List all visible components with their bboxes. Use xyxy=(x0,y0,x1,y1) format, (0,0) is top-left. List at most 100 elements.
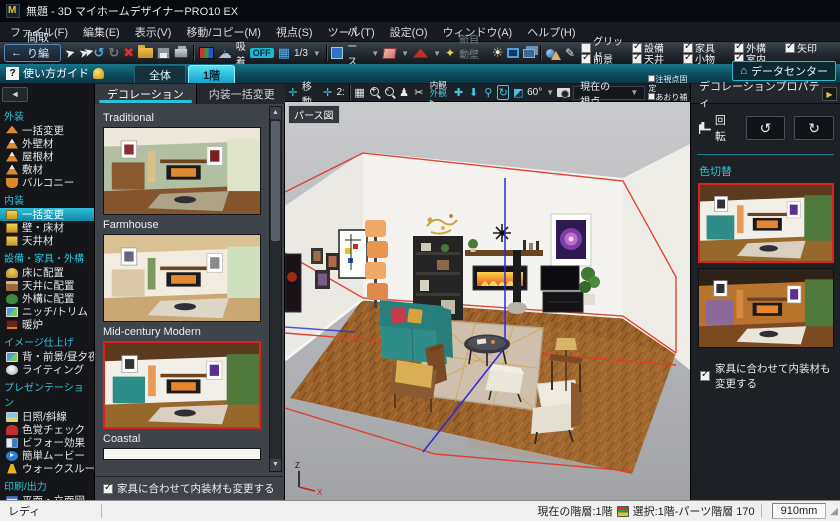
person-viewpoint-icon[interactable]: ✛ xyxy=(322,86,334,99)
menu-help[interactable]: ヘルプ(H) xyxy=(527,24,575,40)
arrow-checkbox[interactable] xyxy=(785,43,795,53)
fix-gaze-checkbox[interactable] xyxy=(648,75,655,82)
color-variant-2[interactable] xyxy=(698,268,834,348)
chair-icon xyxy=(699,122,711,134)
save-icon[interactable] xyxy=(157,45,170,61)
resize-grip[interactable]: ◢ xyxy=(830,506,838,517)
collapse-sidebar-button[interactable]: ◄ xyxy=(2,87,28,102)
niche-trim-icon xyxy=(6,307,18,317)
zoom-out-icon[interactable]: - xyxy=(383,87,395,99)
sidebar-item-niche-trim[interactable]: ニッチ/トリム xyxy=(0,305,94,318)
match-interior-checkbox[interactable] xyxy=(103,484,113,494)
sidebar-item-walkthrough[interactable]: ウォークスルー xyxy=(0,462,94,475)
toggle-arrow[interactable]: 矢印 xyxy=(785,43,836,53)
primitive-shapes-icon[interactable] xyxy=(546,45,561,61)
scroll-up-button[interactable]: ▲ xyxy=(270,107,281,119)
grid-scale-icon[interactable]: ▦ xyxy=(278,45,290,61)
undo-icon[interactable]: ↺ xyxy=(93,45,104,61)
foreground-checkbox[interactable] xyxy=(581,54,591,64)
tab-whole-building[interactable]: 全体 xyxy=(134,65,186,83)
style-label-midcentury: Mid-century Modern xyxy=(103,326,267,338)
cloud-upload-icon[interactable]: ☁↑ xyxy=(218,45,232,61)
menu-settings[interactable]: 設定(O) xyxy=(390,24,428,40)
snap-off-badge[interactable]: OFF xyxy=(250,48,274,58)
toggle-ceiling[interactable]: 天井 xyxy=(632,54,683,64)
move-viewpoint-icon[interactable]: ✛ xyxy=(287,86,299,99)
fix-gaze-option[interactable]: 注視点固定 xyxy=(648,75,688,93)
tilt-angle-value[interactable]: 60° xyxy=(527,87,542,98)
roof-display-icon[interactable] xyxy=(413,45,428,61)
style-label-traditional: Traditional xyxy=(103,112,267,124)
match-interior-checkbox-right[interactable] xyxy=(700,371,710,381)
pan-icon[interactable]: ✚ xyxy=(453,86,465,99)
section-header-exterior: 外装 xyxy=(0,105,94,124)
perspective-view-icon[interactable] xyxy=(331,45,343,61)
sidebar-item-lighting[interactable]: ライティング xyxy=(0,363,94,376)
multi-select-cursor-icon[interactable]: ➤➤ xyxy=(77,44,91,62)
place-person-icon[interactable]: ♟ xyxy=(398,86,410,99)
tilt-angle-icon[interactable]: ◩ xyxy=(512,86,524,99)
color-variant-1-selected[interactable] xyxy=(698,183,834,263)
orbit-icon-active[interactable]: ↻ xyxy=(497,85,509,100)
open-folder-icon[interactable] xyxy=(138,45,153,61)
move-down-icon[interactable]: ⬇ xyxy=(468,86,480,99)
style-thumbnail-coastal[interactable] xyxy=(103,448,261,460)
interior-exterior-toggle[interactable]: 内観 外観▸ xyxy=(430,81,448,105)
sidebar-item-roof-material[interactable]: 屋根材 xyxy=(0,150,94,163)
tab-first-floor[interactable]: 1階 xyxy=(188,65,235,83)
3d-room-canvas[interactable]: Z X xyxy=(285,102,690,500)
collapse-panel-button[interactable]: ▶ xyxy=(822,87,837,101)
tab-interior-batch-change[interactable]: 内装一括変更 xyxy=(197,84,288,104)
redo-icon[interactable]: ↻ xyxy=(108,45,119,61)
tab-decoration[interactable]: デコレーション xyxy=(95,84,197,104)
magic-wand-icon[interactable]: ✦ xyxy=(445,45,455,61)
furniture-checkbox[interactable] xyxy=(683,43,693,53)
walk-icon[interactable]: ⚲ xyxy=(482,86,494,99)
3d-data-icon[interactable] xyxy=(199,45,214,61)
3d-box-icon[interactable] xyxy=(383,45,396,61)
sidebar-item-fireplace[interactable]: 暖炉 xyxy=(0,318,94,331)
usage-guide-button[interactable]: ? 使い方ガイド xyxy=(6,65,104,81)
pouf xyxy=(507,302,527,314)
sidebar-item-balcony[interactable]: バルコニー xyxy=(0,176,94,189)
ceiling-checkbox[interactable] xyxy=(632,54,642,64)
scroll-thumb[interactable] xyxy=(271,121,280,241)
brightness-icon[interactable]: ☀ xyxy=(492,45,504,61)
selection-frame-icon[interactable] xyxy=(507,45,519,61)
pencil-icon[interactable]: ✎ xyxy=(565,45,575,61)
toggle-small-items[interactable]: 小物 xyxy=(683,54,734,64)
style-thumbnail-midcentury-selected[interactable] xyxy=(103,341,261,429)
tilt-correction-checkbox[interactable] xyxy=(648,93,655,100)
rotate-ccw-button[interactable]: ↺ xyxy=(746,116,786,140)
style-thumbnail-traditional[interactable] xyxy=(103,127,261,215)
small-items-checkbox[interactable] xyxy=(683,54,693,64)
menu-viewpoint[interactable]: 視点(S) xyxy=(276,24,313,40)
style-list-scrollbar[interactable]: ▲ ▼ xyxy=(269,106,282,472)
equipment-checkbox[interactable] xyxy=(632,43,642,53)
grid-view-icon[interactable]: ▦ xyxy=(354,86,366,99)
menu-edit[interactable]: 編集(E) xyxy=(83,24,120,40)
zoom-in-icon[interactable]: + xyxy=(369,87,381,99)
camera-icon[interactable] xyxy=(557,88,570,97)
menu-move-copy[interactable]: 移動/コピー(M) xyxy=(186,24,261,40)
movie-play-icon xyxy=(6,451,18,461)
select-cursor-icon[interactable]: ➤ xyxy=(63,44,77,62)
menu-view[interactable]: 表示(V) xyxy=(135,24,172,40)
scroll-down-button[interactable]: ▼ xyxy=(270,459,281,471)
grid-scale-value[interactable]: 1/3 xyxy=(294,48,308,59)
grid-checkbox[interactable] xyxy=(581,43,591,53)
toggle-foreground[interactable]: 前景 xyxy=(581,54,632,64)
clip-icon[interactable]: ✂ xyxy=(413,86,425,99)
delete-icon[interactable]: ✖ xyxy=(123,45,134,61)
print-icon[interactable] xyxy=(174,45,188,61)
back-to-floorplan-button[interactable]: ← 間取り編集へ xyxy=(4,44,61,62)
rotate-cw-button[interactable]: ↻ xyxy=(794,116,834,140)
fireplace-icon xyxy=(6,320,18,330)
status-right: 現在の階層:1階 選択:1階-パーツ階層 170 910mm ◢ xyxy=(537,503,840,519)
exterior-checkbox[interactable] xyxy=(734,43,744,53)
sidebar-item-ceiling-material[interactable]: 天井材 xyxy=(0,234,94,247)
cascade-windows-icon[interactable] xyxy=(523,45,535,61)
style-thumbnail-farmhouse[interactable] xyxy=(103,234,261,322)
before-after-icon xyxy=(6,438,18,448)
current-viewpoint-select[interactable]: 現在の視点▼ xyxy=(573,86,645,100)
